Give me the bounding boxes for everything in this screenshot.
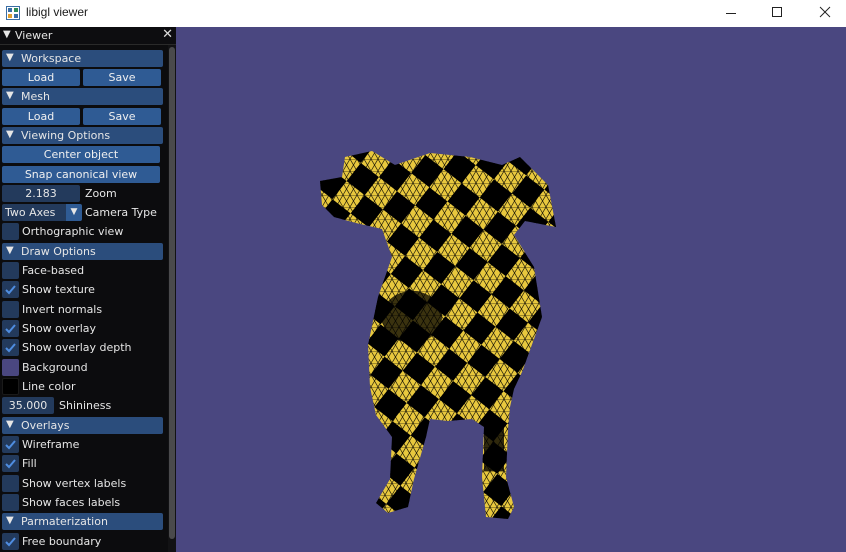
free-boundary-checkbox[interactable] [2,533,19,550]
shininess-label: Shininess [59,399,112,412]
close-icon [819,6,831,18]
shininess-input[interactable]: 35.000 [2,397,54,414]
panel-header[interactable]: ▼ Viewer ✕ [0,27,176,45]
draw-options-header[interactable]: ▼ Draw Options [2,243,163,260]
checkmark-icon [5,285,16,295]
zoom-input[interactable]: 2.183 [2,185,80,202]
collapse-triangle-icon[interactable]: ▼ [3,29,11,40]
checkmark-icon [5,459,16,469]
show-overlay-depth-label: Show overlay depth [22,341,132,354]
minimize-button[interactable] [708,0,754,27]
scrollbar[interactable] [168,45,176,552]
viewer-panel: ▼ Viewer ✕ ▼ Workspace Load Save ▼ Mesh Lo… [0,27,176,552]
line-color-swatch[interactable] [2,378,19,395]
orthographic-view-label: Orthographic view [22,225,124,238]
dropdown-arrow-icon[interactable]: ▼ [66,204,82,221]
checkmark-icon [5,440,16,450]
window-title: libigl viewer [26,5,89,19]
show-faces-labels-checkbox[interactable] [2,494,19,511]
snap-canonical-view-button[interactable]: Snap canonical view [2,166,160,183]
mesh-header[interactable]: ▼ Mesh [2,88,163,105]
background-label: Background [22,361,88,374]
minimize-icon [726,13,736,14]
face-based-checkbox[interactable] [2,262,19,279]
collapse-triangle-icon: ▼ [6,90,14,101]
app-icon [6,6,20,20]
parmaterization-header[interactable]: ▼ Parmaterization [2,513,163,530]
camera-type-label: Camera Type [85,206,157,219]
checkmark-icon [5,324,16,334]
wireframe-label: Wireframe [22,438,80,451]
panel-title: Viewer [15,29,53,42]
wireframe-checkbox[interactable] [2,436,19,453]
show-faces-labels-label: Show faces labels [22,496,121,509]
collapse-triangle-icon: ▼ [6,52,14,63]
maximize-icon [772,7,782,17]
workspace-save-button[interactable]: Save [83,69,161,86]
checkmark-icon [5,537,16,547]
show-overlay-checkbox[interactable] [2,320,19,337]
overlays-header[interactable]: ▼ Overlays [2,417,163,434]
collapse-triangle-icon: ▼ [6,129,14,140]
viewing-options-header[interactable]: ▼ Viewing Options [2,127,163,144]
close-icon[interactable]: ✕ [162,28,173,41]
collapse-triangle-icon: ▼ [6,515,14,526]
collapse-triangle-icon: ▼ [6,245,14,256]
show-texture-checkbox[interactable] [2,281,19,298]
fill-checkbox[interactable] [2,455,19,472]
show-overlay-depth-checkbox[interactable] [2,339,19,356]
fill-label: Fill [22,457,37,470]
mesh-save-button[interactable]: Save [83,108,161,125]
close-button[interactable] [800,0,846,27]
free-boundary-label: Free boundary [22,535,102,548]
collapse-triangle-icon: ▼ [6,419,14,430]
scrollbar-thumb[interactable] [169,47,175,539]
workspace-header[interactable]: ▼ Workspace [2,50,163,67]
background-color-swatch[interactable] [2,359,19,376]
face-based-label: Face-based [22,264,85,277]
maximize-button[interactable] [754,0,800,27]
invert-normals-checkbox[interactable] [2,301,19,318]
center-object-button[interactable]: Center object [2,146,160,163]
checkmark-icon [5,343,16,353]
zoom-label: Zoom [85,187,117,200]
mesh-load-button[interactable]: Load [2,108,80,125]
title-bar: libigl viewer [0,0,846,27]
camera-type-select[interactable]: Two Axes [2,204,66,221]
show-vertex-labels-checkbox[interactable] [2,475,19,492]
orthographic-view-checkbox[interactable] [2,223,19,240]
line-color-label: Line color [22,380,76,393]
workspace-load-button[interactable]: Load [2,69,80,86]
invert-normals-label: Invert normals [22,303,103,316]
show-overlay-label: Show overlay [22,322,97,335]
show-texture-label: Show texture [22,283,95,296]
show-vertex-labels-label: Show vertex labels [22,477,127,490]
